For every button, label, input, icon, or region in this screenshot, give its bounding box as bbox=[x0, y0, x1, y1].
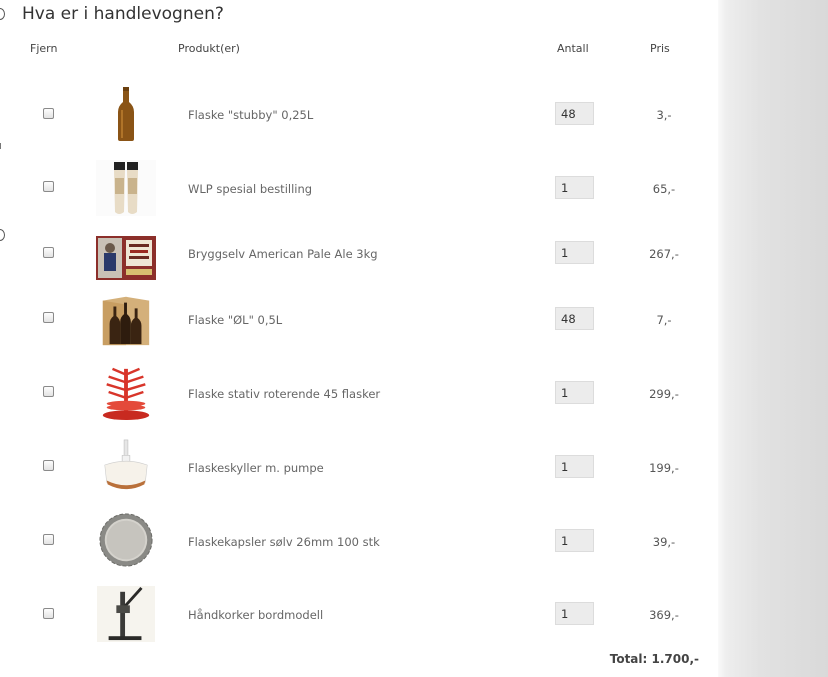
quantity-input[interactable] bbox=[555, 241, 594, 264]
pale-ale-kit-icon bbox=[96, 236, 156, 280]
item-price: 299,- bbox=[649, 387, 679, 401]
remove-checkbox[interactable] bbox=[43, 460, 54, 471]
bottle-box-icon bbox=[102, 296, 150, 346]
product-name[interactable]: Flaskeskyller m. pumpe bbox=[188, 461, 324, 475]
remove-checkbox[interactable] bbox=[43, 108, 54, 119]
cart-title: Hva er i handlevognen? bbox=[22, 4, 224, 24]
quantity-input[interactable] bbox=[555, 102, 594, 125]
product-name[interactable]: Bryggselv American Pale Ale 3kg bbox=[188, 247, 378, 261]
remove-checkbox[interactable] bbox=[43, 386, 54, 397]
left-clipped-mark bbox=[0, 143, 4, 149]
product-name[interactable]: WLP spesial bestilling bbox=[188, 182, 312, 196]
beer-bottle-stubby-icon bbox=[118, 87, 134, 141]
product-name[interactable]: Flaske "stubby" 0,25L bbox=[188, 108, 313, 122]
remove-checkbox[interactable] bbox=[43, 312, 54, 323]
right-sidebar-background bbox=[720, 0, 828, 677]
item-price: 39,- bbox=[652, 535, 676, 549]
bottle-tree-icon bbox=[102, 367, 150, 421]
header-remove: Fjern bbox=[30, 42, 58, 55]
item-price: 369,- bbox=[649, 608, 679, 622]
left-clipped-radio bbox=[0, 229, 5, 241]
remove-checkbox[interactable] bbox=[43, 247, 54, 258]
item-price: 3,- bbox=[656, 108, 672, 122]
item-price: 7,- bbox=[656, 313, 672, 327]
cart-total: Total: 1.700,- bbox=[609, 652, 699, 666]
yeast-vials-icon bbox=[96, 160, 156, 216]
quantity-input[interactable] bbox=[555, 381, 594, 404]
left-page-edge bbox=[0, 0, 12, 677]
quantity-input[interactable] bbox=[555, 602, 594, 625]
quantity-input[interactable] bbox=[555, 455, 594, 478]
product-name[interactable]: Flaskekapsler sølv 26mm 100 stk bbox=[188, 535, 380, 549]
header-quantity: Antall bbox=[557, 42, 589, 55]
left-clipped-radio bbox=[0, 8, 5, 20]
remove-checkbox[interactable] bbox=[43, 534, 54, 545]
quantity-input[interactable] bbox=[555, 307, 594, 330]
product-name[interactable]: Håndkorker bordmodell bbox=[188, 608, 323, 622]
header-product: Produkt(er) bbox=[178, 42, 240, 55]
quantity-input[interactable] bbox=[555, 176, 594, 199]
bench-capper-icon bbox=[97, 586, 155, 642]
quantity-input[interactable] bbox=[555, 529, 594, 552]
product-name[interactable]: Flaske "ØL" 0,5L bbox=[188, 313, 282, 327]
item-price: 199,- bbox=[649, 461, 679, 475]
product-name[interactable]: Flaske stativ roterende 45 flasker bbox=[188, 387, 380, 401]
bottle-cap-icon bbox=[99, 513, 153, 567]
bottle-rinser-icon bbox=[104, 439, 148, 490]
header-price: Pris bbox=[650, 42, 670, 55]
remove-checkbox[interactable] bbox=[43, 181, 54, 192]
remove-checkbox[interactable] bbox=[43, 608, 54, 619]
item-price: 65,- bbox=[652, 182, 676, 196]
item-price: 267,- bbox=[649, 247, 679, 261]
